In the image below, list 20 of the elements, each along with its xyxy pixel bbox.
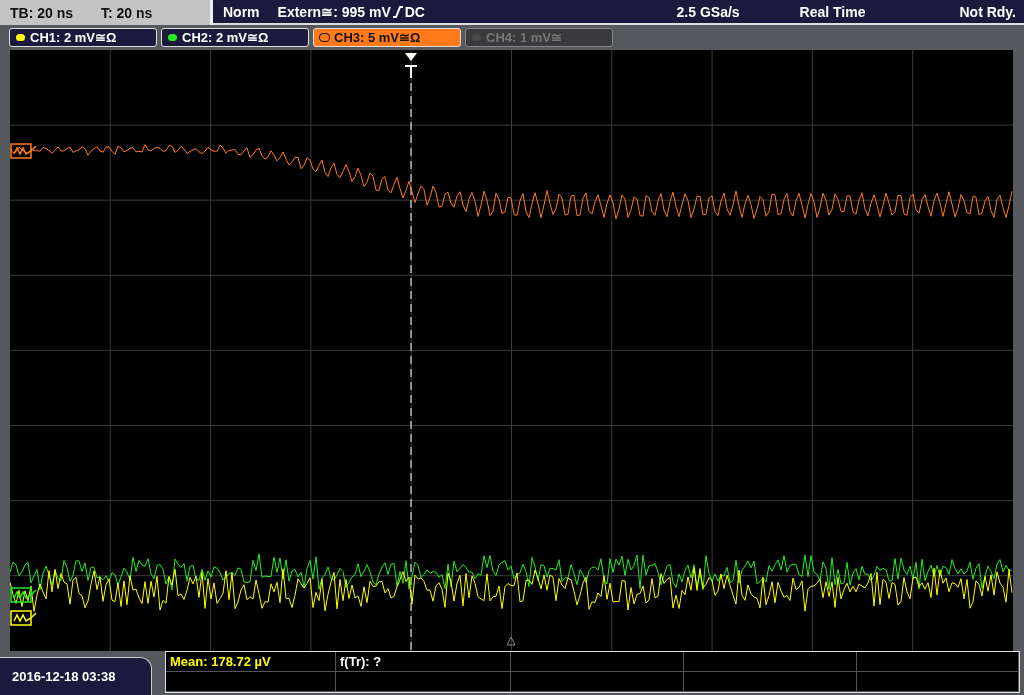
channel-tab[interactable]: CH1: 2 mV≅Ω (9, 28, 157, 47)
trigger-marker-icon (402, 52, 420, 78)
channel-marker-icon (10, 587, 38, 603)
sample-rate-label: 2.5 GSa/s (676, 3, 740, 20)
acquisition-state-label: Not Rdy. (959, 3, 1016, 20)
coupling-label: DC (404, 3, 425, 20)
trigger-mode-label: Norm (223, 3, 260, 20)
date-time-label: 2016-12-18 03:38 (0, 657, 152, 695)
acquisition-mode-label: Real Time (799, 3, 866, 20)
channel-marker-icon (10, 143, 38, 159)
channel-marker-icon (10, 610, 38, 626)
rising-edge-icon (392, 5, 403, 18)
measurement-cell: f(Tr): ? (336, 652, 511, 672)
triangle-marker-icon (506, 636, 516, 646)
measurement-cell: Mean: 178.72 µV (166, 652, 336, 672)
channel-tab[interactable]: CH2: 2 mV≅Ω (161, 28, 309, 47)
channel-tab[interactable]: CH3: 5 mV≅Ω (313, 28, 461, 47)
trigger-time-label: T: 20 ns (101, 4, 153, 21)
timebase-label: TB: 20 ns (10, 4, 73, 21)
trigger-source-label: Extern≅: 995 mV (277, 3, 391, 20)
